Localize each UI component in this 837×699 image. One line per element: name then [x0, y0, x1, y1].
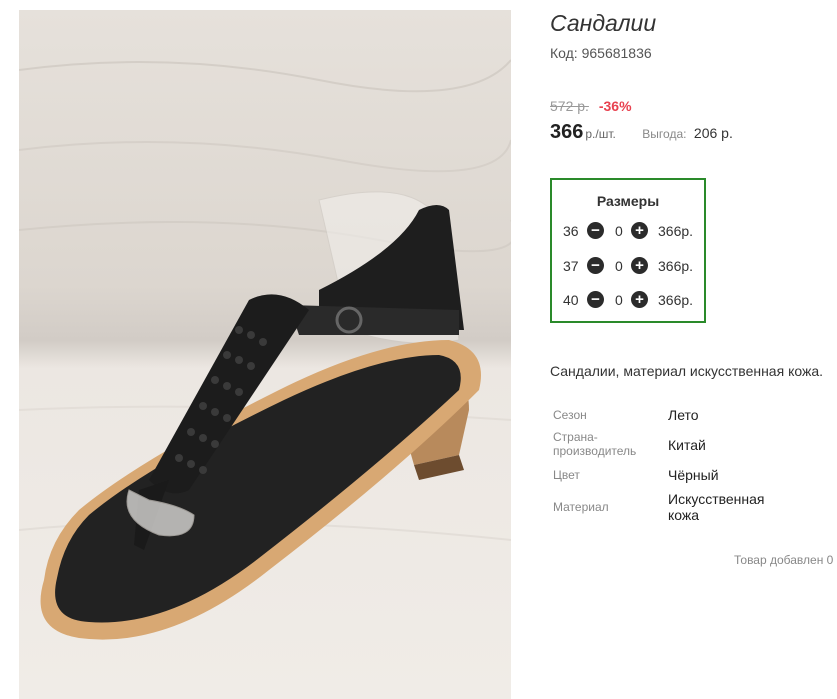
quantity-value: 0: [615, 258, 623, 274]
size-price: 366р.: [658, 292, 694, 308]
product-photo: [19, 10, 511, 699]
sizes-title: Размеры: [596, 193, 660, 209]
price-unit: р./шт.: [585, 127, 616, 141]
minus-circle-icon[interactable]: −: [587, 257, 604, 274]
discount-badge: -36%: [598, 98, 632, 114]
spec-value: Искусственная кожа: [668, 491, 765, 523]
size-value: 37: [563, 258, 579, 274]
savings-label: Выгода:: [642, 127, 687, 141]
price: 366: [550, 121, 584, 143]
added-date-text: Товар добавлен 0: [734, 553, 834, 567]
spec-label: Страна- производитель: [553, 430, 637, 458]
spec-label: Сезон: [553, 408, 587, 422]
size-price: 366р.: [658, 258, 694, 274]
price-row: 366 р./шт. Выгода: 206 р.: [550, 121, 733, 144]
quantity-value: 0: [615, 292, 623, 308]
old-price: 572 р.: [550, 98, 589, 114]
plus-circle-icon[interactable]: +: [631, 222, 648, 239]
spec-label: Материал: [553, 500, 609, 514]
size-row: 36 − 0 + 366р.: [562, 221, 702, 241]
spec-label: Цвет: [553, 468, 580, 482]
size-value: 40: [563, 292, 579, 308]
savings-value: 206 р.: [693, 125, 733, 141]
old-price-row: 572 р. -36%: [550, 98, 632, 114]
quantity-value: 0: [615, 223, 623, 239]
sizes-box: Размеры 36 − 0 + 366р. 37 − 0 + 366р. 40…: [550, 178, 706, 323]
spec-value: Лето: [668, 407, 699, 423]
minus-circle-icon[interactable]: −: [587, 291, 604, 308]
size-value: 36: [563, 223, 579, 239]
minus-circle-icon[interactable]: −: [587, 222, 604, 239]
size-row: 40 − 0 + 366р.: [562, 290, 702, 310]
sandal-illustration: [19, 59, 511, 640]
spec-value: Чёрный: [668, 467, 719, 483]
plus-circle-icon[interactable]: +: [631, 257, 648, 274]
spec-value: Китай: [668, 437, 706, 453]
size-row: 37 − 0 + 366р.: [562, 256, 702, 276]
product-title: Сандалии: [550, 10, 657, 36]
size-price: 366р.: [658, 223, 694, 239]
product-code: Код: 965681836: [550, 45, 652, 61]
product-description: Сандалии, материал искусственная кожа.: [550, 363, 824, 379]
plus-circle-icon[interactable]: +: [631, 291, 648, 308]
